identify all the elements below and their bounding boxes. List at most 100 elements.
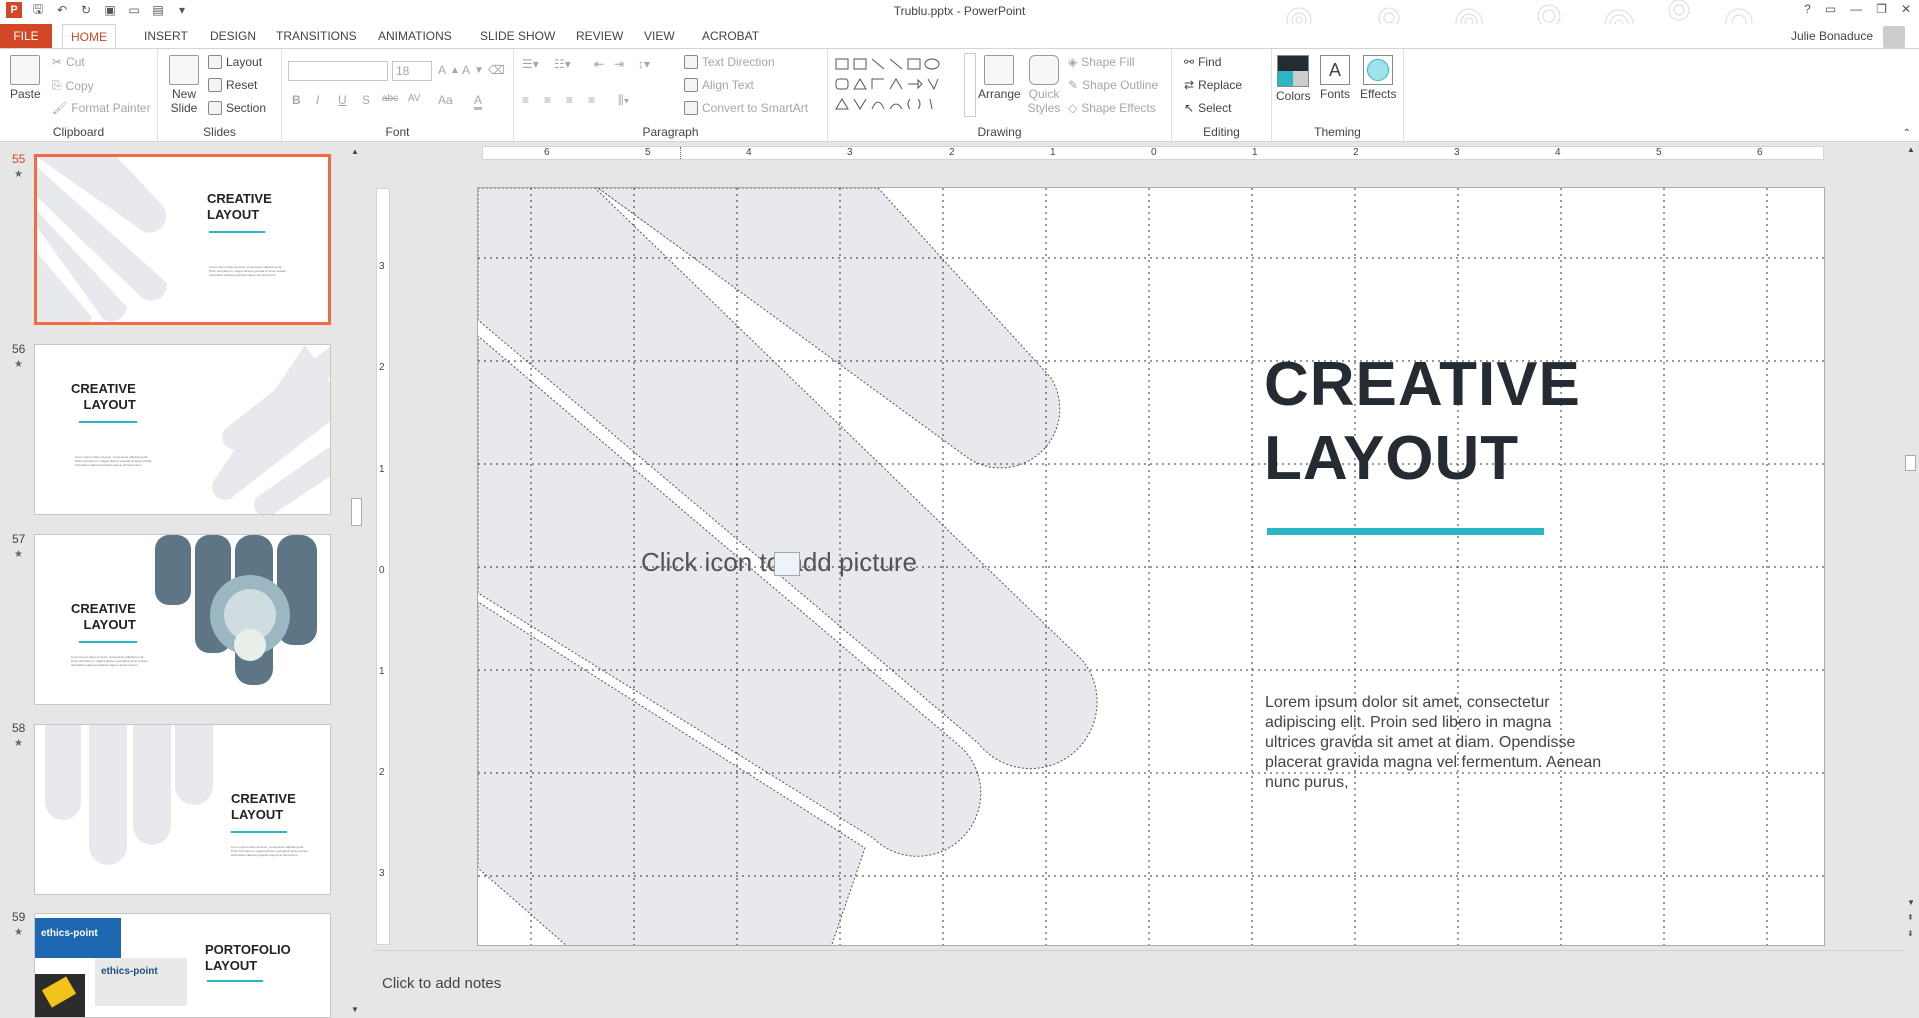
scissors-icon: ✂ (52, 55, 63, 69)
horizontal-ruler[interactable]: 6 5 4 3 2 1 0 1 2 3 4 5 6 (482, 146, 1824, 160)
help-icon[interactable]: ? (1804, 2, 1811, 16)
scroll-thumb[interactable] (351, 498, 362, 526)
underline-button[interactable]: U (338, 93, 347, 107)
avatar[interactable] (1883, 26, 1905, 48)
align-left-icon[interactable]: ≡ (522, 93, 529, 107)
format-painter-button[interactable]: 🖌 Format Painter (52, 101, 151, 115)
ribbon-tabs: FILE HOME INSERT DESIGN TRANSITIONS ANIM… (0, 24, 1919, 49)
layout-button[interactable]: Layout (208, 55, 262, 69)
slide-title[interactable]: CREATIVE LAYOUT (1264, 348, 1581, 496)
italic-button[interactable]: I (316, 93, 319, 107)
align-right-icon[interactable]: ≡ (566, 93, 573, 107)
align-text-button[interactable]: Align Text (684, 78, 754, 92)
user-name[interactable]: Julie Bonaduce (1791, 29, 1873, 43)
select-button[interactable]: ↖ Select (1184, 101, 1231, 115)
replace-button[interactable]: ⇄ Replace (1184, 78, 1242, 92)
font-size-input[interactable]: 18 (392, 61, 432, 81)
thumbnail-scrollbar[interactable]: ▲ ▼ (349, 143, 363, 1018)
bullets-icon[interactable]: ☰▾ (522, 57, 539, 71)
slide-number: 57 (12, 532, 26, 546)
change-case-button[interactable]: Aa (438, 93, 453, 107)
tab-slide-show[interactable]: SLIDE SHOW (472, 24, 563, 48)
font-name-input[interactable] (288, 61, 388, 81)
find-button[interactable]: ⚯ Find (1184, 55, 1221, 69)
effects-button[interactable]: Effects (1360, 55, 1396, 101)
line-spacing-icon[interactable]: ↕▾ (638, 57, 650, 71)
increase-indent-icon[interactable]: ⇥ (614, 57, 624, 71)
thumb-accent-line (79, 641, 137, 643)
quick-styles-button[interactable]: Quick Styles (1024, 55, 1064, 115)
font-group: 18 A ▲ A ▼ ⌫ B I U S abc AV Aa A Font (282, 49, 514, 141)
scroll-down-icon[interactable]: ▼ (351, 1005, 359, 1014)
scroll-thumb[interactable] (1905, 455, 1916, 471)
grow-font-icon[interactable]: A ▲ (438, 63, 460, 77)
window-title: Trublu.pptx - PowerPoint (893, 4, 1026, 18)
thumb-accent-line (209, 231, 265, 233)
text-direction-button[interactable]: Text Direction (684, 55, 775, 69)
minimize-icon[interactable]: — (1850, 2, 1862, 16)
editor-scrollbar[interactable]: ▲ ▼ ⇞ ⇟ (1903, 143, 1919, 950)
editing-label: Editing (1203, 125, 1240, 139)
tab-file[interactable]: FILE (0, 24, 52, 48)
slide-thumbnail-58[interactable]: CREATIVE LAYOUT Lorem ipsum dolor sit ame… (34, 724, 331, 895)
scroll-up-icon[interactable]: ▲ (351, 147, 359, 156)
arrange-button[interactable]: Arrange (978, 55, 1021, 101)
numbering-icon[interactable]: ☷▾ (554, 57, 571, 71)
clear-formatting-icon[interactable]: ⌫ (488, 63, 505, 77)
shape-effects-button[interactable]: ◇ Shape Effects (1068, 101, 1156, 115)
strikethrough-button[interactable]: abc (382, 93, 398, 104)
font-color-button[interactable]: A (474, 93, 483, 110)
slide-thumbnail-55[interactable]: CREATIVE LAYOUT Lorem ipsum dolor sit ame… (34, 154, 331, 325)
notes-placeholder[interactable]: Click to add notes (382, 975, 501, 992)
tab-view[interactable]: VIEW (636, 24, 683, 48)
decrease-indent-icon[interactable]: ⇤ (594, 57, 604, 71)
bold-button[interactable]: B (292, 93, 301, 107)
tab-insert[interactable]: INSERT (136, 24, 196, 48)
thumb-accent-line (231, 831, 287, 833)
new-slide-button[interactable]: New Slide (166, 55, 202, 115)
shrink-font-icon[interactable]: A ▼ (462, 63, 484, 77)
thumb-image-card: ethics-point (95, 958, 187, 1006)
tab-transitions[interactable]: TRANSITIONS (268, 24, 365, 48)
cut-button[interactable]: ✂ Cut (52, 55, 85, 69)
next-slide-icon[interactable]: ⇟ (1907, 929, 1914, 938)
columns-icon[interactable]: ⫼▾ (618, 93, 629, 108)
shadow-button[interactable]: S (362, 93, 370, 107)
paste-button[interactable]: Paste (10, 55, 41, 101)
tab-design[interactable]: DESIGN (202, 24, 264, 48)
tab-review[interactable]: REVIEW (568, 24, 631, 48)
slide-thumbnail-57[interactable]: CREATIVE LAYOUT Lorem ipsum dolor sit ame… (34, 534, 331, 705)
slide-thumbnail-56[interactable]: CREATIVE LAYOUT Lorem ipsum dolor sit ame… (34, 344, 331, 515)
slide-body-text[interactable]: Lorem ipsum dolor sit amet, consectetur … (1265, 693, 1605, 793)
copy-button[interactable]: ⎘ Copy (52, 78, 94, 93)
reset-button[interactable]: Reset (208, 78, 257, 92)
collapse-ribbon-icon[interactable]: ⌃ (1903, 128, 1911, 139)
slide-thumbnail-59[interactable]: ethics-point ethics-point PORTOFOLIO LAYO… (34, 913, 331, 1018)
shape-outline-button[interactable]: ✎ Shape Outline (1068, 78, 1158, 92)
close-icon[interactable]: ✕ (1901, 2, 1911, 16)
fonts-button[interactable]: A Fonts (1320, 55, 1350, 101)
vertical-ruler[interactable]: 3 2 1 0 1 2 3 (376, 188, 390, 945)
paragraph-group: ☰▾ ☷▾ ⇤ ⇥ ↕▾ ≡ ≡ ≡ ≡ ⫼▾ Text Direction A… (514, 49, 828, 141)
tab-animations[interactable]: ANIMATIONS (370, 24, 460, 48)
convert-smartart-button[interactable]: Convert to SmartArt (684, 101, 808, 115)
ribbon-display-icon[interactable]: ▭ (1825, 2, 1836, 16)
tab-acrobat[interactable]: ACROBAT (694, 24, 767, 48)
insert-picture-icon[interactable] (774, 552, 800, 576)
align-center-icon[interactable]: ≡ (544, 93, 551, 107)
restore-icon[interactable]: ❐ (1876, 2, 1887, 16)
shapes-scroll[interactable] (964, 53, 976, 117)
scroll-down-icon[interactable]: ▼ (1907, 898, 1915, 907)
shape-fill-button[interactable]: ◈ Shape Fill (1068, 55, 1135, 69)
thumb-title: CREATIVE LAYOUT (71, 601, 136, 632)
section-button[interactable]: Section (208, 101, 266, 115)
previous-slide-icon[interactable]: ⇞ (1907, 913, 1914, 922)
justify-icon[interactable]: ≡ (588, 93, 595, 107)
slide-canvas[interactable]: Click icon to add picture CREATIVE LAYOUT… (477, 187, 1825, 946)
scroll-up-icon[interactable]: ▲ (1907, 145, 1915, 154)
character-spacing-button[interactable]: AV (408, 93, 421, 104)
shapes-gallery[interactable] (834, 55, 966, 117)
colors-button[interactable]: Colors (1276, 55, 1311, 103)
notes-pane[interactable]: Click to add notes (372, 950, 1903, 1018)
tab-home[interactable]: HOME (62, 24, 116, 49)
